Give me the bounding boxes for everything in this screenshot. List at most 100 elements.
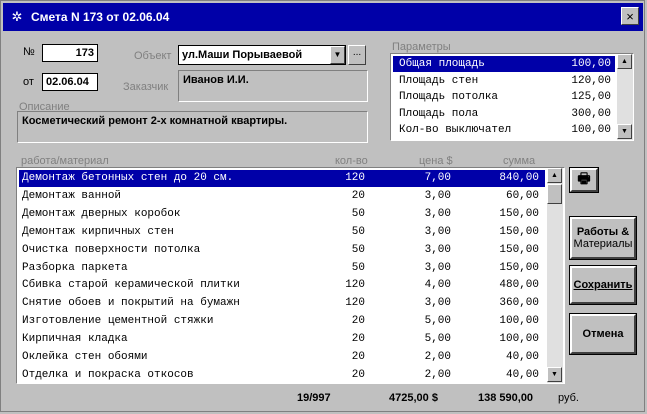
cell-qty: 120 <box>345 172 365 184</box>
cell-price: 3,00 <box>424 189 451 202</box>
cell-sum: 40,00 <box>505 351 539 363</box>
works-scrollbar[interactable]: ▲ ▼ <box>547 168 563 383</box>
table-row[interactable]: Сбивка старой керамической плитки 120 4,00… <box>19 277 545 294</box>
param-value: 125,00 <box>571 91 611 103</box>
param-row[interactable]: Площадь пола 300,00 <box>393 106 615 122</box>
cell-work: Изготовление цементной стяжки <box>22 315 214 328</box>
cell-qty: 20 <box>351 368 365 381</box>
col-header-price: цена $ <box>419 155 453 167</box>
object-combo[interactable]: ул.Маши Порываевой <box>178 45 346 65</box>
cell-qty: 50 <box>351 261 365 274</box>
cell-sum: 480,00 <box>499 279 539 292</box>
param-name: Площадь пола <box>399 107 479 120</box>
table-row[interactable]: Демонтаж бетонных стен до 20 см. 120 7,00 8… <box>19 170 545 187</box>
cell-work: Демонтаж дверных коробок <box>22 207 181 220</box>
number-label: № <box>23 46 35 58</box>
cell-qty: 50 <box>351 207 365 220</box>
gear-icon: ✲ <box>11 9 23 24</box>
cell-sum: 150,00 <box>499 225 539 238</box>
param-value: 100,00 <box>571 58 611 70</box>
arrow-down-icon[interactable]: ▼ <box>547 367 562 382</box>
cell-price: 5,00 <box>424 315 451 328</box>
params-scrollbar[interactable]: ▲ ▼ <box>617 54 633 140</box>
cell-price: 7,00 <box>424 172 451 184</box>
cell-qty: 20 <box>351 189 365 202</box>
table-row[interactable]: Демонтаж ванной 20 3,00 60,00 <box>19 188 545 205</box>
cell-price: 3,00 <box>424 225 451 238</box>
cell-work: Отделка и покраска откосов <box>22 368 194 381</box>
arrow-up-icon[interactable]: ▲ <box>547 168 562 183</box>
table-row[interactable]: Разборка паркета 50 3,00 150,00 <box>19 260 545 277</box>
param-value: 100,00 <box>571 124 611 136</box>
table-row[interactable]: Очистка поверхности потолка 50 3,00 150,00 <box>19 242 545 259</box>
param-value: 300,00 <box>571 107 611 120</box>
close-button[interactable]: × <box>621 7 639 25</box>
cell-qty: 20 <box>351 333 365 346</box>
param-value: 120,00 <box>571 74 611 87</box>
cell-work: Демонтаж бетонных стен до 20 см. <box>22 172 234 184</box>
cell-price: 4,00 <box>424 279 451 292</box>
table-row[interactable]: Изготовление цементной стяжки 20 5,00 100,0… <box>19 313 545 330</box>
works-materials-button[interactable]: Работы & Материалы <box>569 216 637 260</box>
cell-work: Оклейка стен обоями <box>22 351 148 363</box>
scroll-thumb[interactable] <box>547 184 562 204</box>
param-row[interactable]: Общая площадь 100,00 <box>393 56 615 72</box>
cell-price: 3,00 <box>424 297 451 310</box>
rub-label: руб. <box>558 392 579 404</box>
col-header-sum: сумма <box>503 155 536 167</box>
table-row[interactable]: Демонтаж кирпичных стен 50 3,00 150,00 <box>19 224 545 241</box>
chevron-down-icon[interactable]: ▼ <box>330 46 345 64</box>
save-button[interactable]: Сохранить <box>569 265 637 305</box>
total-usd: 4725,00 $ <box>389 392 438 404</box>
arrow-up-icon[interactable]: ▲ <box>617 54 632 69</box>
customer-field[interactable]: Иванов И.И. <box>178 70 368 102</box>
object-label: Объект <box>134 50 172 62</box>
total-rub: 138 590,00 <box>478 392 534 404</box>
param-row[interactable]: Площадь стен 120,00 <box>393 73 615 89</box>
param-row[interactable]: Кол-во выключател 100,00 <box>393 122 615 138</box>
cell-work: Очистка поверхности потолка <box>22 243 201 256</box>
cell-price: 3,00 <box>424 261 451 274</box>
cell-work: Демонтаж ванной <box>22 189 122 202</box>
cell-price: 5,00 <box>424 333 451 346</box>
row-count: 19/997 <box>297 392 331 404</box>
works-table[interactable]: Демонтаж бетонных стен до 20 см. 120 7,00 8… <box>16 167 565 384</box>
param-name: Площадь стен <box>399 74 479 87</box>
object-browse-button[interactable]: ... <box>348 45 366 65</box>
param-row[interactable]: Площадь потолка 125,00 <box>393 89 615 105</box>
table-row[interactable]: Снятие обоев и покрытий на бумажн 120 3,00… <box>19 295 545 312</box>
date-field[interactable]: 02.06.04 <box>42 73 98 91</box>
number-field[interactable]: 173 <box>42 44 98 62</box>
params-list[interactable]: Общая площадь 100,00 Площадь стен 120,00 Пло… <box>390 53 634 141</box>
cell-qty: 20 <box>351 315 365 328</box>
cell-price: 2,00 <box>424 368 451 381</box>
estimate-window: ✲ Смета N 173 от 02.06.04 × № 173 от 02.… <box>0 0 645 412</box>
date-label: от <box>23 76 34 88</box>
param-name: Кол-во выключател <box>399 124 512 136</box>
param-name: Общая площадь <box>399 58 485 70</box>
cell-price: 3,00 <box>424 243 451 256</box>
param-name: Площадь потолка <box>399 91 499 103</box>
printer-icon[interactable]: 🖶 <box>569 167 599 193</box>
cell-work: Снятие обоев и покрытий на бумажн <box>22 297 240 310</box>
table-row[interactable]: Кирпичная кладка 20 5,00 100,00 <box>19 331 545 348</box>
cell-qty: 120 <box>345 279 365 292</box>
cell-work: Демонтаж кирпичных стен <box>22 225 174 238</box>
works-materials-label-2: Материалы <box>573 238 633 250</box>
cell-price: 2,00 <box>424 351 451 363</box>
table-row[interactable]: Оклейка стен обоями 20 2,00 40,00 <box>19 349 545 366</box>
cell-sum: 100,00 <box>499 315 539 328</box>
cell-work: Кирпичная кладка <box>22 333 128 346</box>
table-row[interactable]: Демонтаж дверных коробок 50 3,00 150,00 <box>19 206 545 223</box>
window-title: Смета N 173 от 02.06.04 <box>31 10 170 24</box>
arrow-down-icon[interactable]: ▼ <box>617 124 632 139</box>
cancel-button[interactable]: Отмена <box>569 313 637 355</box>
description-field[interactable]: Косметический ремонт 2-х комнатной кварт… <box>17 111 368 143</box>
cell-qty: 50 <box>351 243 365 256</box>
title-bar[interactable]: ✲ Смета N 173 от 02.06.04 × <box>3 3 643 31</box>
cell-qty: 20 <box>351 351 365 363</box>
cell-sum: 150,00 <box>499 261 539 274</box>
table-row[interactable]: Отделка и покраска откосов 20 2,00 40,00 <box>19 367 545 383</box>
cell-sum: 60,00 <box>505 189 539 202</box>
works-materials-label-1: Работы & <box>576 226 630 238</box>
